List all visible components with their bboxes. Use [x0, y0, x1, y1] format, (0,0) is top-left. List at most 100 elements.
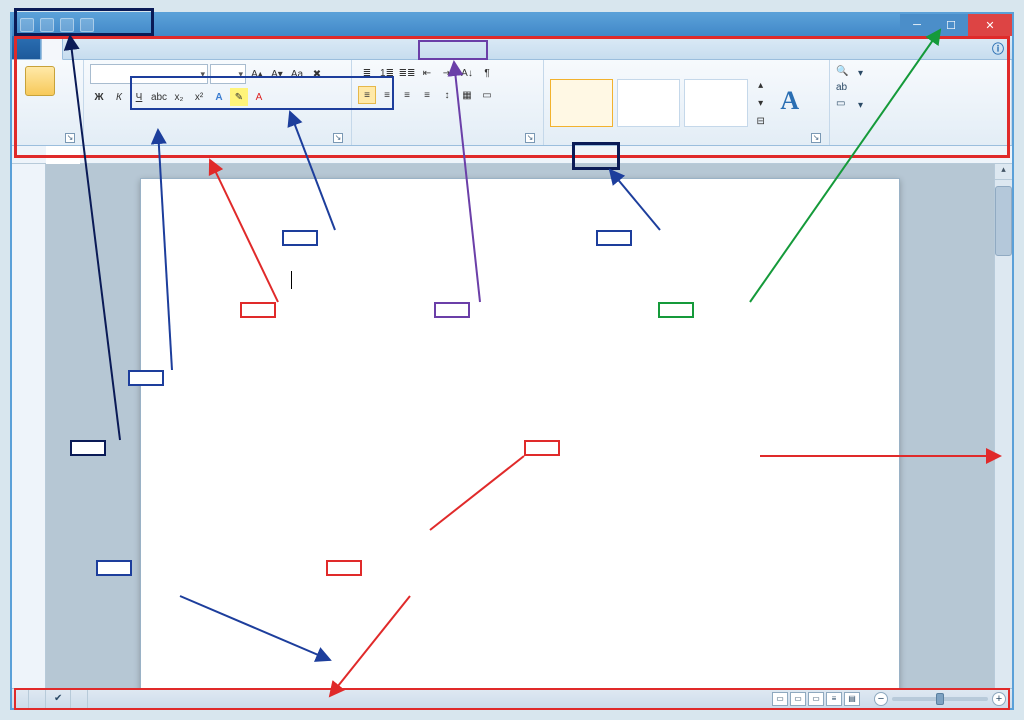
status-language[interactable] — [71, 689, 88, 708]
word-icon — [20, 18, 34, 32]
scroll-up-button[interactable]: ▴ — [995, 164, 1012, 180]
shrink-font-button[interactable]: A▾ — [268, 65, 286, 83]
save-icon[interactable] — [40, 18, 54, 32]
view-full-screen[interactable]: ▭ — [790, 692, 806, 706]
maximize-button[interactable]: ☐ — [934, 14, 968, 36]
borders-button[interactable]: ▭ — [478, 86, 496, 104]
align-right-button[interactable]: ≡ — [398, 86, 416, 104]
zoom-out-button[interactable]: − — [874, 692, 888, 706]
ribbon-tabs: ⓘ — [12, 36, 1012, 60]
app-window: ─ ☐ ✕ ⓘ ↘ — [10, 12, 1014, 710]
replace-button[interactable]: ab — [836, 82, 854, 96]
ribbon: ↘ A▴ A▾ Aa ✖ Ж К Ч abc x₂ x² — [12, 60, 1012, 146]
style-no-spacing[interactable] — [617, 79, 680, 127]
tab-page-layout[interactable] — [83, 36, 103, 59]
ann-qat — [70, 440, 106, 456]
window-buttons: ─ ☐ ✕ — [900, 14, 1012, 36]
tab-file[interactable] — [12, 36, 41, 59]
ann-ribbon — [240, 302, 276, 318]
paste-button[interactable] — [18, 64, 62, 100]
zoom-in-button[interactable]: + — [992, 692, 1006, 706]
undo-icon[interactable] — [60, 18, 74, 32]
style-heading[interactable] — [684, 79, 747, 127]
replace-icon: ab — [836, 82, 850, 96]
find-icon: 🔍 — [836, 66, 850, 80]
show-marks-button[interactable]: ¶ — [478, 64, 496, 82]
clear-format-button[interactable]: ✖ — [308, 65, 326, 83]
find-button[interactable]: 🔍 ▾ — [836, 66, 863, 80]
justify-button[interactable]: ≡ — [418, 86, 436, 104]
change-case-button[interactable]: Aa — [288, 65, 306, 83]
font-dialog-launcher[interactable]: ↘ — [333, 133, 343, 143]
paragraph-dialog-launcher[interactable]: ↘ — [525, 133, 535, 143]
grow-font-button[interactable]: A▴ — [248, 65, 266, 83]
status-words[interactable] — [29, 689, 46, 708]
sort-button[interactable]: A↓ — [458, 64, 476, 82]
minimize-button[interactable]: ─ — [900, 14, 934, 36]
view-buttons: ▭ ▭ ▭ ≡ ▤ — [768, 692, 864, 706]
font-color-button[interactable]: A — [250, 88, 268, 106]
help-icon[interactable]: ⓘ — [984, 36, 1012, 59]
font-size-combo[interactable] — [210, 64, 246, 84]
document-page[interactable] — [140, 178, 900, 688]
ann-scroll — [524, 440, 560, 456]
view-print-layout[interactable]: ▭ — [772, 692, 788, 706]
tab-home[interactable] — [41, 36, 63, 60]
close-button[interactable]: ✕ — [968, 14, 1012, 36]
ann-tab — [434, 302, 470, 318]
tab-acrobat[interactable] — [183, 36, 203, 59]
group-styles: ▴ ▾ ⊟ A ↘ — [544, 60, 830, 145]
highlight-button[interactable]: ✎ — [230, 88, 248, 106]
ann-group — [282, 230, 318, 246]
indent-inc-button[interactable]: ⇥ — [438, 64, 456, 82]
font-family-combo[interactable] — [90, 64, 208, 84]
multilevel-button[interactable]: ≣≣ — [398, 64, 416, 82]
strike-button[interactable]: abc — [150, 88, 168, 106]
bullets-button[interactable]: ≣ — [358, 64, 376, 82]
select-button[interactable]: ▭ ▾ — [836, 98, 863, 112]
horizontal-ruler[interactable] — [80, 146, 1012, 164]
scroll-thumb[interactable] — [995, 186, 1012, 256]
subscript-button[interactable]: x₂ — [170, 88, 188, 106]
status-bar: ✔ ▭ ▭ ▭ ≡ ▤ − + — [12, 688, 1012, 708]
tab-review[interactable] — [143, 36, 163, 59]
italic-button[interactable]: К — [110, 88, 128, 106]
numbering-button[interactable]: 1≣ — [378, 64, 396, 82]
change-styles-button[interactable]: A — [768, 85, 823, 121]
tab-abbyy[interactable] — [203, 36, 223, 59]
status-proofing[interactable]: ✔ — [46, 689, 71, 708]
select-icon: ▭ — [836, 98, 850, 112]
indent-dec-button[interactable]: ⇤ — [418, 64, 436, 82]
group-editing: 🔍 ▾ ab ▭ ▾ — [830, 60, 1012, 145]
shading-button[interactable]: ▦ — [458, 86, 476, 104]
tab-insert[interactable] — [63, 36, 83, 59]
group-font: A▴ A▾ Aa ✖ Ж К Ч abc x₂ x² A ✎ A ↘ — [84, 60, 352, 145]
view-outline[interactable]: ≡ — [826, 692, 842, 706]
view-web[interactable]: ▭ — [808, 692, 824, 706]
line-spacing-button[interactable]: ↕ — [438, 86, 456, 104]
clipboard-dialog-launcher[interactable]: ↘ — [65, 133, 75, 143]
superscript-button[interactable]: x² — [190, 88, 208, 106]
style-normal[interactable] — [550, 79, 613, 127]
align-center-button[interactable]: ≡ — [378, 86, 396, 104]
status-page[interactable] — [12, 689, 29, 708]
vertical-ruler[interactable] — [12, 164, 46, 688]
ann-titlebar — [658, 302, 694, 318]
tab-view[interactable] — [163, 36, 183, 59]
zoom-slider[interactable] — [892, 697, 988, 701]
view-draft[interactable]: ▤ — [844, 692, 860, 706]
tab-references[interactable] — [103, 36, 123, 59]
underline-button[interactable]: Ч — [130, 88, 148, 106]
tab-mailings[interactable] — [123, 36, 143, 59]
align-left-button[interactable]: ≡ — [358, 86, 376, 104]
ann-command — [128, 370, 164, 386]
ann-dialog — [596, 230, 632, 246]
styles-dialog-launcher[interactable]: ↘ — [811, 133, 821, 143]
zoom-slider-knob[interactable] — [936, 693, 944, 705]
vertical-scrollbar[interactable]: ▴ — [994, 164, 1012, 688]
bold-button[interactable]: Ж — [90, 88, 108, 106]
proofing-icon: ✔ — [54, 693, 62, 704]
paste-icon — [25, 66, 55, 96]
text-effects-button[interactable]: A — [210, 88, 228, 106]
redo-icon[interactable] — [80, 18, 94, 32]
